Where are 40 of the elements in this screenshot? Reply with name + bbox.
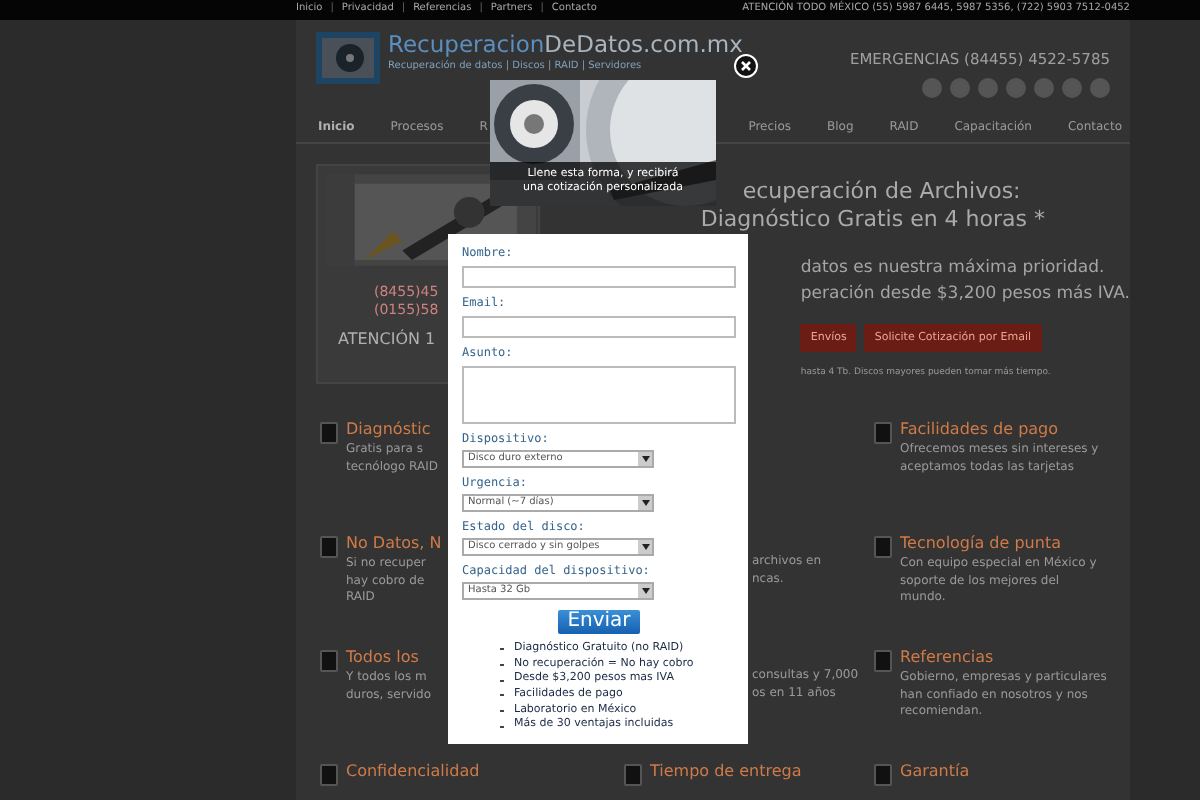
input-field[interactable]: [462, 266, 736, 288]
drive-icon: [320, 536, 338, 558]
social-icon[interactable]: [1062, 78, 1082, 99]
caret-icon: [638, 496, 652, 510]
social-icon[interactable]: [950, 78, 970, 99]
submit-button[interactable]: Enviar: [557, 610, 641, 634]
logo-icon: [316, 32, 380, 84]
caret-icon: [638, 540, 652, 554]
hero-heading: Diagnóstico Gratis en 4 horas *: [700, 206, 1045, 233]
social-icon[interactable]: [1034, 78, 1054, 99]
feature-title[interactable]: Garantía: [900, 760, 970, 784]
drive-icon: [874, 422, 892, 444]
social-icon[interactable]: [978, 78, 998, 99]
hero-heading: ecuperación de Archivos:: [742, 178, 1021, 205]
logo-text[interactable]: RecuperacionDeDatos.com.mx: [388, 32, 743, 58]
drive-icon: [874, 536, 892, 558]
social-icon[interactable]: [1090, 78, 1110, 99]
feature-title[interactable]: Referencias: [900, 646, 1107, 670]
feature-title[interactable]: Tiempo de entrega: [650, 760, 802, 784]
drive-icon: [874, 650, 892, 672]
caret-icon: [638, 584, 652, 598]
input-field[interactable]: [462, 316, 736, 338]
drive-icon: [320, 764, 338, 786]
feature-title[interactable]: Todos los: [346, 646, 432, 670]
drive-icon: [874, 764, 892, 786]
drive-icon: [320, 422, 338, 444]
feature-title[interactable]: No Datos, N: [346, 532, 442, 556]
feature-title[interactable]: Facilidades de pago: [900, 418, 1099, 442]
social-icon[interactable]: [922, 78, 942, 99]
hero-text: peración desde $3,200 pesos más IVA.: [800, 282, 1130, 308]
feature-title[interactable]: Tecnología de punta: [900, 532, 1097, 556]
drive-icon: [320, 650, 338, 672]
feature-title[interactable]: Diagnóstic: [346, 418, 438, 442]
text-area[interactable]: [462, 366, 736, 424]
attention-label: ATENCIÓN 1: [338, 327, 436, 352]
caret-icon: [638, 452, 652, 466]
feature-title[interactable]: Confidencialidad: [346, 760, 480, 784]
hero-text: datos es nuestra máxima prioridad.: [800, 256, 1107, 283]
social-icon[interactable]: [1006, 78, 1026, 99]
drive-icon: [624, 764, 642, 786]
